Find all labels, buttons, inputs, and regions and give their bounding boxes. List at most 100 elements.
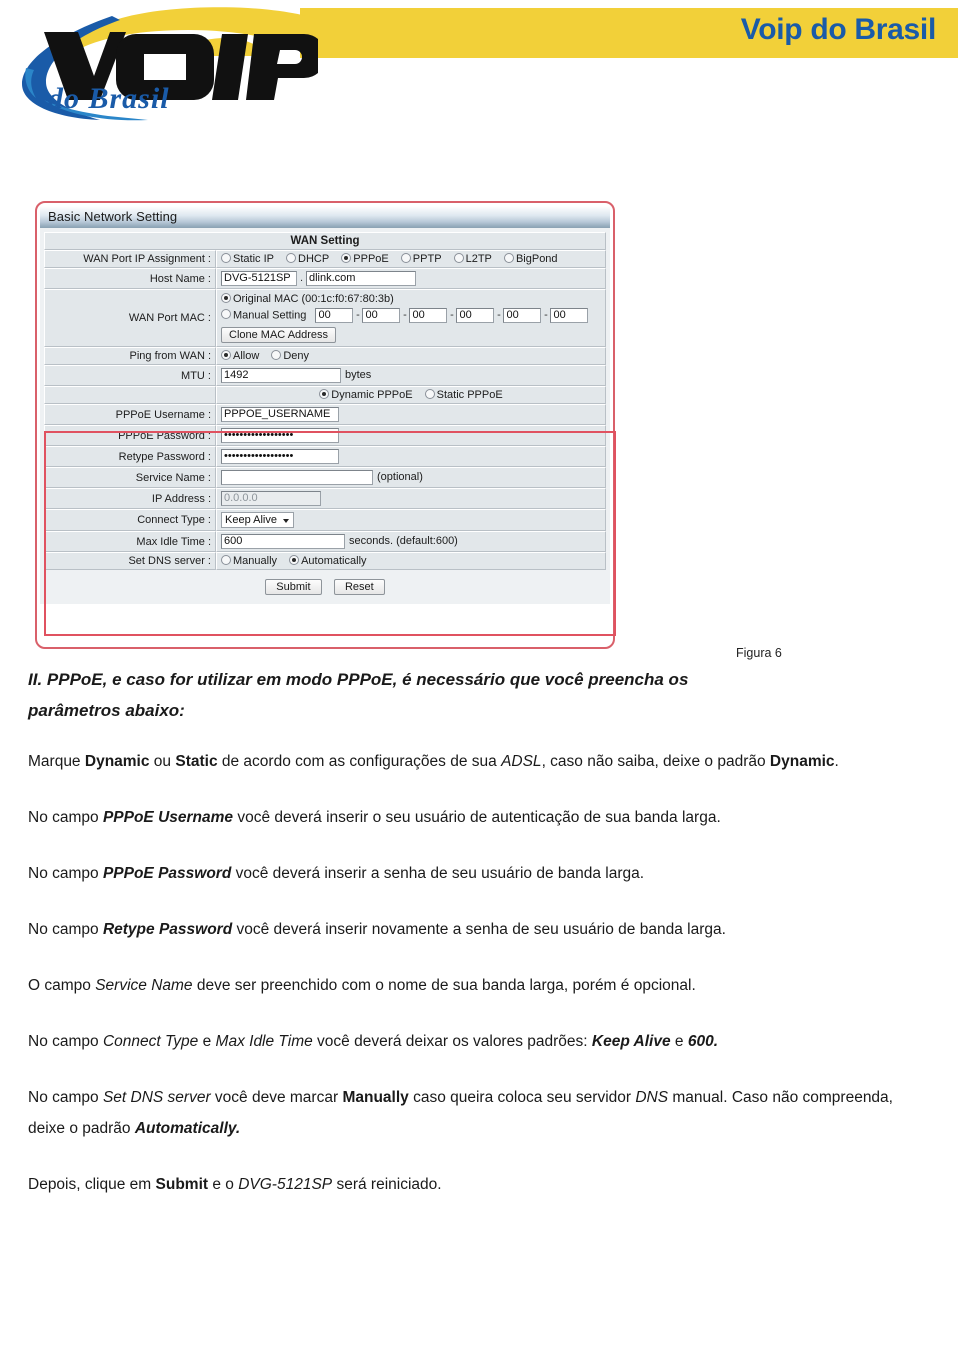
submit-button[interactable]: Submit	[265, 579, 322, 595]
ip-address-label: IP Address :	[44, 488, 216, 509]
text: você deverá inserir novamente a senha de…	[232, 921, 726, 938]
mac-octet-4[interactable]: 00	[456, 308, 495, 323]
radio-l2tp[interactable]: L2TP	[453, 253, 492, 265]
emphasis-static: Static	[175, 753, 218, 770]
text: No campo	[28, 865, 103, 882]
pppoe-mode-spacer	[44, 386, 216, 404]
radio-icon	[341, 253, 352, 263]
mtu-field: 1492 bytes	[216, 365, 606, 386]
emphasis-service-name: Service Name	[95, 977, 193, 994]
clone-mac-address-button[interactable]: Clone MAC Address	[221, 327, 337, 343]
host-name-label: Host Name :	[44, 268, 216, 289]
mac-octet-3[interactable]: 00	[409, 308, 448, 323]
wan-ip-assignment-options: Static IP DHCP PPPoE PPTP L2TP BigPond	[216, 250, 606, 268]
manual-mac-row[interactable]: Manual Setting 00-00-00-00-00-00	[221, 306, 601, 325]
paragraph-set-dns-server: No campo Set DNS server você deve marcar…	[28, 1082, 908, 1144]
mtu-input[interactable]: 1492	[221, 368, 341, 383]
text: Depois, clique em	[28, 1176, 156, 1193]
pppoe-password-input[interactable]: ••••••••••••••••••	[221, 428, 339, 443]
reset-button[interactable]: Reset	[333, 579, 385, 595]
radio-icon	[286, 253, 297, 263]
radio-pptp[interactable]: PPTP	[400, 253, 442, 265]
radio-dynamic-pppoe[interactable]: Dynamic PPPoE	[319, 389, 413, 401]
text: e o	[208, 1176, 239, 1193]
mac-octet-6[interactable]: 00	[550, 308, 589, 323]
document-page: Voip do Brasil do Brasil Basic Network S…	[0, 0, 960, 1349]
table-row-wan-ip-assignment: WAN Port IP Assignment : Static IP DHCP …	[44, 250, 606, 268]
mtu-unit: bytes	[345, 369, 372, 382]
emphasis-retype-password: Retype Password	[102, 921, 233, 938]
host-name-fields: DVG-5121SP. dlink.com	[216, 268, 606, 289]
domain-name-input[interactable]: dlink.com	[306, 271, 416, 286]
router-outer-frame: Basic Network Setting WAN Setting WAN Po…	[35, 201, 616, 649]
service-name-input[interactable]	[221, 470, 373, 485]
table-row-service-name: Service Name : (optional)	[44, 467, 606, 488]
table-row-section: WAN Setting	[44, 232, 606, 250]
radio-label: PPTP	[412, 253, 442, 265]
text: No campo	[28, 1089, 103, 1106]
panel-body: WAN Setting WAN Port IP Assignment : Sta…	[40, 228, 616, 636]
radio-dhcp[interactable]: DHCP	[286, 253, 329, 265]
service-name-label: Service Name :	[44, 467, 216, 488]
radio-static-pppoe[interactable]: Static PPPoE	[424, 389, 503, 401]
radio-icon	[503, 253, 514, 263]
pppoe-username-input[interactable]: PPPOE_USERNAME	[221, 407, 339, 422]
radio-pppoe[interactable]: PPPoE	[341, 253, 389, 265]
text: será reiniciado.	[332, 1176, 442, 1193]
table-row-connect-type: Connect Type : Keep Alive	[44, 509, 606, 531]
paragraph-pppoe-password: No campo PPPoE Password você deverá inse…	[28, 858, 908, 889]
emphasis-pppoe-username: PPPoE Username	[102, 809, 234, 826]
emphasis-pppoe-password: PPPoE Password	[102, 865, 232, 882]
text: , caso não saiba, deixe o padrão	[541, 753, 770, 770]
emphasis-device-model: DVG-5121SP	[238, 1176, 333, 1193]
max-idle-time-field: 600 seconds. (default:600)	[216, 531, 606, 552]
radio-label: BigPond	[515, 253, 558, 265]
max-idle-time-label: Max Idle Time :	[44, 531, 216, 552]
set-dns-server-label: Set DNS server :	[44, 552, 216, 570]
text: e	[670, 1033, 688, 1050]
max-idle-time-input[interactable]: 600	[221, 534, 345, 549]
host-name-input[interactable]: DVG-5121SP	[221, 271, 297, 286]
wan-port-mac-fields: Original MAC (00:1c:f0:67:80:3b) Manual …	[216, 289, 606, 347]
radio-label: Manually	[233, 555, 278, 567]
table-row-ping-from-wan: Ping from WAN : Allow Deny	[44, 347, 606, 365]
pppoe-username-field: PPPOE_USERNAME	[216, 404, 606, 425]
radio-bigpond[interactable]: BigPond	[503, 253, 558, 265]
table-row-pppoe-password: PPPoE Password : ••••••••••••••••••	[44, 425, 606, 446]
table-row-max-idle-time: Max Idle Time : 600 seconds. (default:600…	[44, 531, 606, 552]
connect-type-select[interactable]: Keep Alive	[221, 512, 294, 528]
original-mac-row[interactable]: Original MAC (00:1c:f0:67:80:3b)	[221, 292, 601, 306]
mac-octet-1[interactable]: 00	[315, 308, 354, 323]
radio-label: L2TP	[465, 253, 492, 265]
radio-allow[interactable]: Allow	[221, 350, 259, 362]
radio-deny[interactable]: Deny	[271, 350, 309, 362]
paragraph-pppoe-username: No campo PPPoE Username você deverá inse…	[28, 802, 908, 833]
mac-octet-5[interactable]: 00	[503, 308, 542, 323]
pppoe-password-field: ••••••••••••••••••	[216, 425, 606, 446]
table-row-mtu: MTU : 1492 bytes	[44, 365, 606, 386]
retype-password-input[interactable]: ••••••••••••••••••	[221, 449, 339, 464]
radio-static-ip[interactable]: Static IP	[221, 253, 274, 265]
emphasis-dynamic: Dynamic	[84, 753, 150, 770]
mtu-label: MTU :	[44, 365, 216, 386]
radio-icon	[400, 253, 411, 263]
radio-icon	[271, 350, 282, 360]
svg-text:do Brasil: do Brasil	[48, 82, 170, 115]
page-header: Voip do Brasil do Brasil	[0, 0, 960, 140]
emphasis-manually: Manually	[342, 1089, 409, 1106]
radio-icon	[289, 555, 300, 565]
radio-icon	[221, 293, 231, 303]
text: No campo	[28, 809, 103, 826]
radio-automatically[interactable]: Automatically	[289, 555, 367, 567]
radio-icon	[221, 309, 231, 320]
voip-do-brasil-logo: do Brasil	[8, 4, 318, 122]
service-name-note: (optional)	[377, 471, 423, 484]
mac-octet-2[interactable]: 00	[362, 308, 401, 323]
wan-ip-assignment-label: WAN Port IP Assignment :	[44, 250, 216, 268]
text: .	[834, 753, 839, 770]
document-body: II. PPPoE, e caso for utilizar em modo P…	[28, 664, 908, 1225]
paragraph-retype-password: No campo Retype Password você deverá ins…	[28, 914, 908, 945]
emphasis-set-dns-server: Set DNS server	[102, 1089, 211, 1106]
radio-manually[interactable]: Manually	[221, 555, 277, 567]
table-row-pppoe-mode: Dynamic PPPoE Static PPPoE	[44, 386, 606, 404]
